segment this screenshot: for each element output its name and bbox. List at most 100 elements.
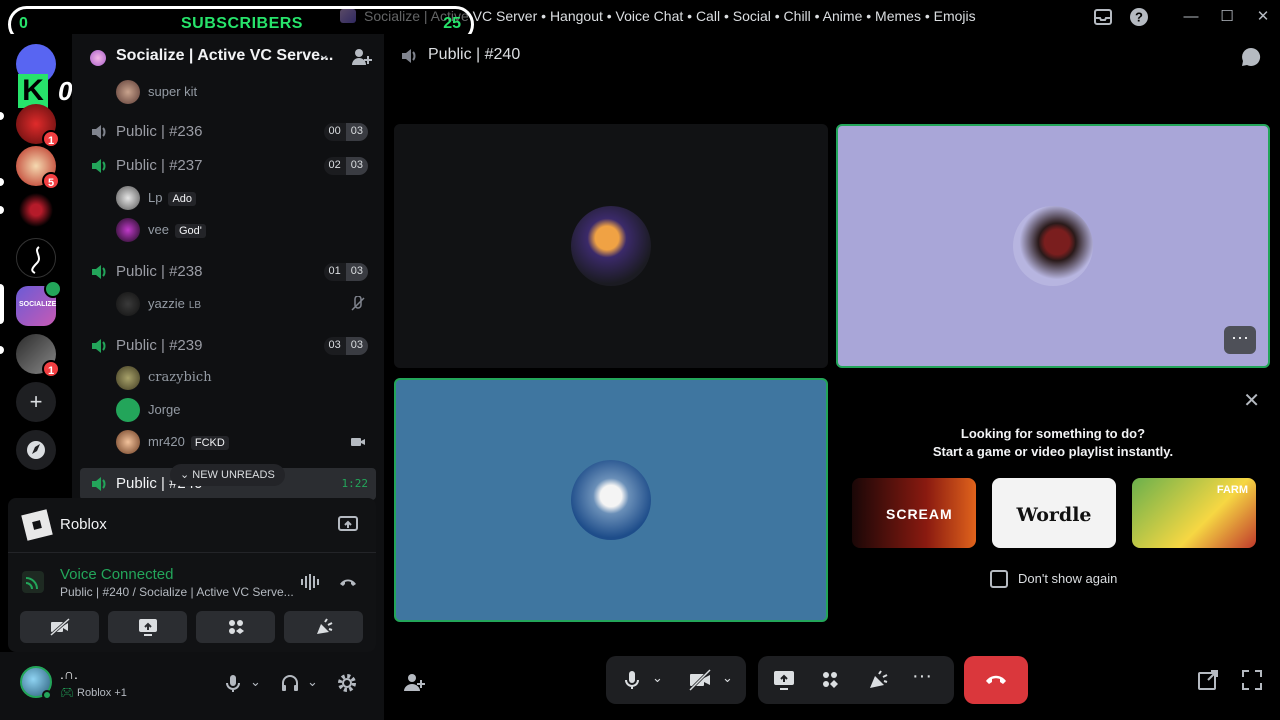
camera-off-icon[interactable] [688,668,712,692]
participant-tile-speaking[interactable] [394,378,828,622]
voice-channel-236[interactable]: Public | #236 00 03 [80,116,376,148]
new-unreads-pill[interactable]: ⌄ NEW UNREADS [170,464,285,486]
avatar [116,430,140,454]
user-tag: LB [188,300,202,311]
server-icon-4[interactable] [16,238,56,278]
connection-signal-icon[interactable] [22,571,44,593]
more-options-icon[interactable]: ··· [1224,326,1256,354]
dont-show-checkbox[interactable] [990,570,1008,588]
avatar [1013,206,1093,286]
user-panel: .∩. 🎮︎ Roblox +1 ⌄ ⌄ [0,652,384,720]
camera-off-icon [50,618,70,636]
avatar [571,206,651,286]
user-count: 01 [323,263,346,281]
server-icon-1[interactable]: 1 [16,104,60,148]
server-header[interactable]: Socialize | Active VC Serve... ⌄ [72,34,384,80]
voice-channel-239[interactable]: Public | #239 03 03 [80,330,376,362]
screen-share-icon[interactable] [772,668,796,692]
avatar [571,460,651,540]
current-username[interactable]: .∩. [60,666,78,682]
leave-call-button[interactable] [964,656,1028,704]
close-icon[interactable]: ✕ [1243,388,1260,413]
speaker-icon [92,477,106,491]
minimize-icon[interactable]: — [1180,6,1202,28]
voice-user[interactable]: crazybich [116,364,372,392]
chevron-down-icon[interactable]: ⌄ [250,674,272,696]
chevron-down-icon[interactable]: ⌄ [722,670,746,694]
microphone-icon[interactable] [222,672,244,694]
hang-up-icon [986,675,1006,684]
chevron-down-icon[interactable]: ⌄ [318,46,330,63]
game-card-farm[interactable]: FARM [1132,478,1256,548]
chat-bubble-icon[interactable] [1240,46,1262,68]
voice-user[interactable]: yazzie LB [116,290,372,318]
selected-indicator [0,284,4,324]
avatar [116,292,140,316]
invite-people-icon[interactable] [350,46,372,68]
server-icon-2[interactable]: 5 [16,146,60,190]
unread-indicator [0,112,4,120]
voice-connected-subtitle[interactable]: Public | #240 / Socialize | Active VC Se… [60,585,294,599]
user-count: 02 [323,157,346,175]
server-icon-socialize[interactable]: SOCIALIZE [16,280,62,326]
screen-share-button[interactable] [108,611,187,643]
call-timer: 1:22 [341,477,369,490]
activity-suggestion: ✕ Looking for something to do? Start a g… [836,378,1270,622]
disconnect-icon[interactable] [338,575,358,589]
add-server-icon[interactable]: + [16,382,56,422]
activities-icon[interactable] [818,668,842,692]
username: mr420 FCKD [148,434,229,450]
noise-suppression-icon[interactable] [300,573,322,591]
voice-user[interactable]: super kit [116,78,372,106]
server-icon-5[interactable]: 1 [16,334,60,378]
voice-stage: Public | #240 ··· ✕ Looking for somethin… [384,34,1280,720]
voice-user[interactable]: mr420 FCKD [116,428,372,456]
more-options-icon[interactable]: ··· [912,666,936,690]
user-limit-badge: 00 03 [323,123,368,141]
game-card-scream[interactable]: SCREAM [852,478,976,548]
microphone-icon[interactable] [620,668,644,692]
settings-gear-icon[interactable] [336,672,358,694]
inbox-icon[interactable] [1092,6,1114,28]
deafened-icon [351,296,365,311]
new-unreads-label: NEW UNREADS [192,469,275,481]
chevron-down-icon[interactable]: ⌄ [652,670,676,694]
help-icon[interactable]: ? [1128,6,1150,28]
activity-controls: ··· [758,656,954,704]
user-limit: 03 [345,263,368,281]
discover-icon[interactable] [16,430,56,470]
voice-channel-238[interactable]: Public | #238 01 03 [80,256,376,288]
soundboard-button[interactable] [284,611,363,643]
close-window-icon[interactable]: ✕ [1252,6,1274,28]
voice-connected-title[interactable]: Voice Connected [60,566,173,583]
voice-user[interactable]: Jorge [116,396,372,424]
user-count: 03 [323,337,346,355]
chevron-down-icon[interactable]: ⌄ [307,674,329,696]
invite-to-call-icon[interactable] [402,670,426,694]
activities-button[interactable] [196,611,275,643]
fullscreen-icon[interactable] [1240,668,1264,692]
game-name: Roblox [60,516,107,533]
maximize-icon[interactable]: ☐ [1216,6,1238,28]
participant-tile-speaking[interactable]: ··· [836,124,1270,368]
soundboard-icon[interactable] [866,668,890,692]
headphones-icon[interactable] [279,672,301,694]
camera-off-button[interactable] [20,611,99,643]
username: super kit [148,84,198,99]
participant-tile[interactable] [394,124,828,368]
user-count: 00 [323,123,346,141]
voice-user[interactable]: Lp Ado [116,184,372,212]
server-icon-3[interactable] [16,190,56,230]
subscriber-count-right: 25 [443,15,461,32]
voice-channel-237[interactable]: Public | #237 02 03 [80,150,376,182]
voice-user[interactable]: vee God' [116,216,372,244]
game-title: SCREAM [886,506,953,522]
unread-indicator [0,178,4,186]
audio-video-controls: ⌄ ⌄ [606,656,746,704]
stream-game-icon[interactable] [338,516,358,534]
screen-share-icon [139,619,157,636]
game-card-wordle[interactable]: Wordle [992,478,1116,548]
game-activity-panel: Roblox [8,498,376,552]
username-text: Lp [148,190,163,205]
pop-out-icon[interactable] [1196,668,1220,692]
